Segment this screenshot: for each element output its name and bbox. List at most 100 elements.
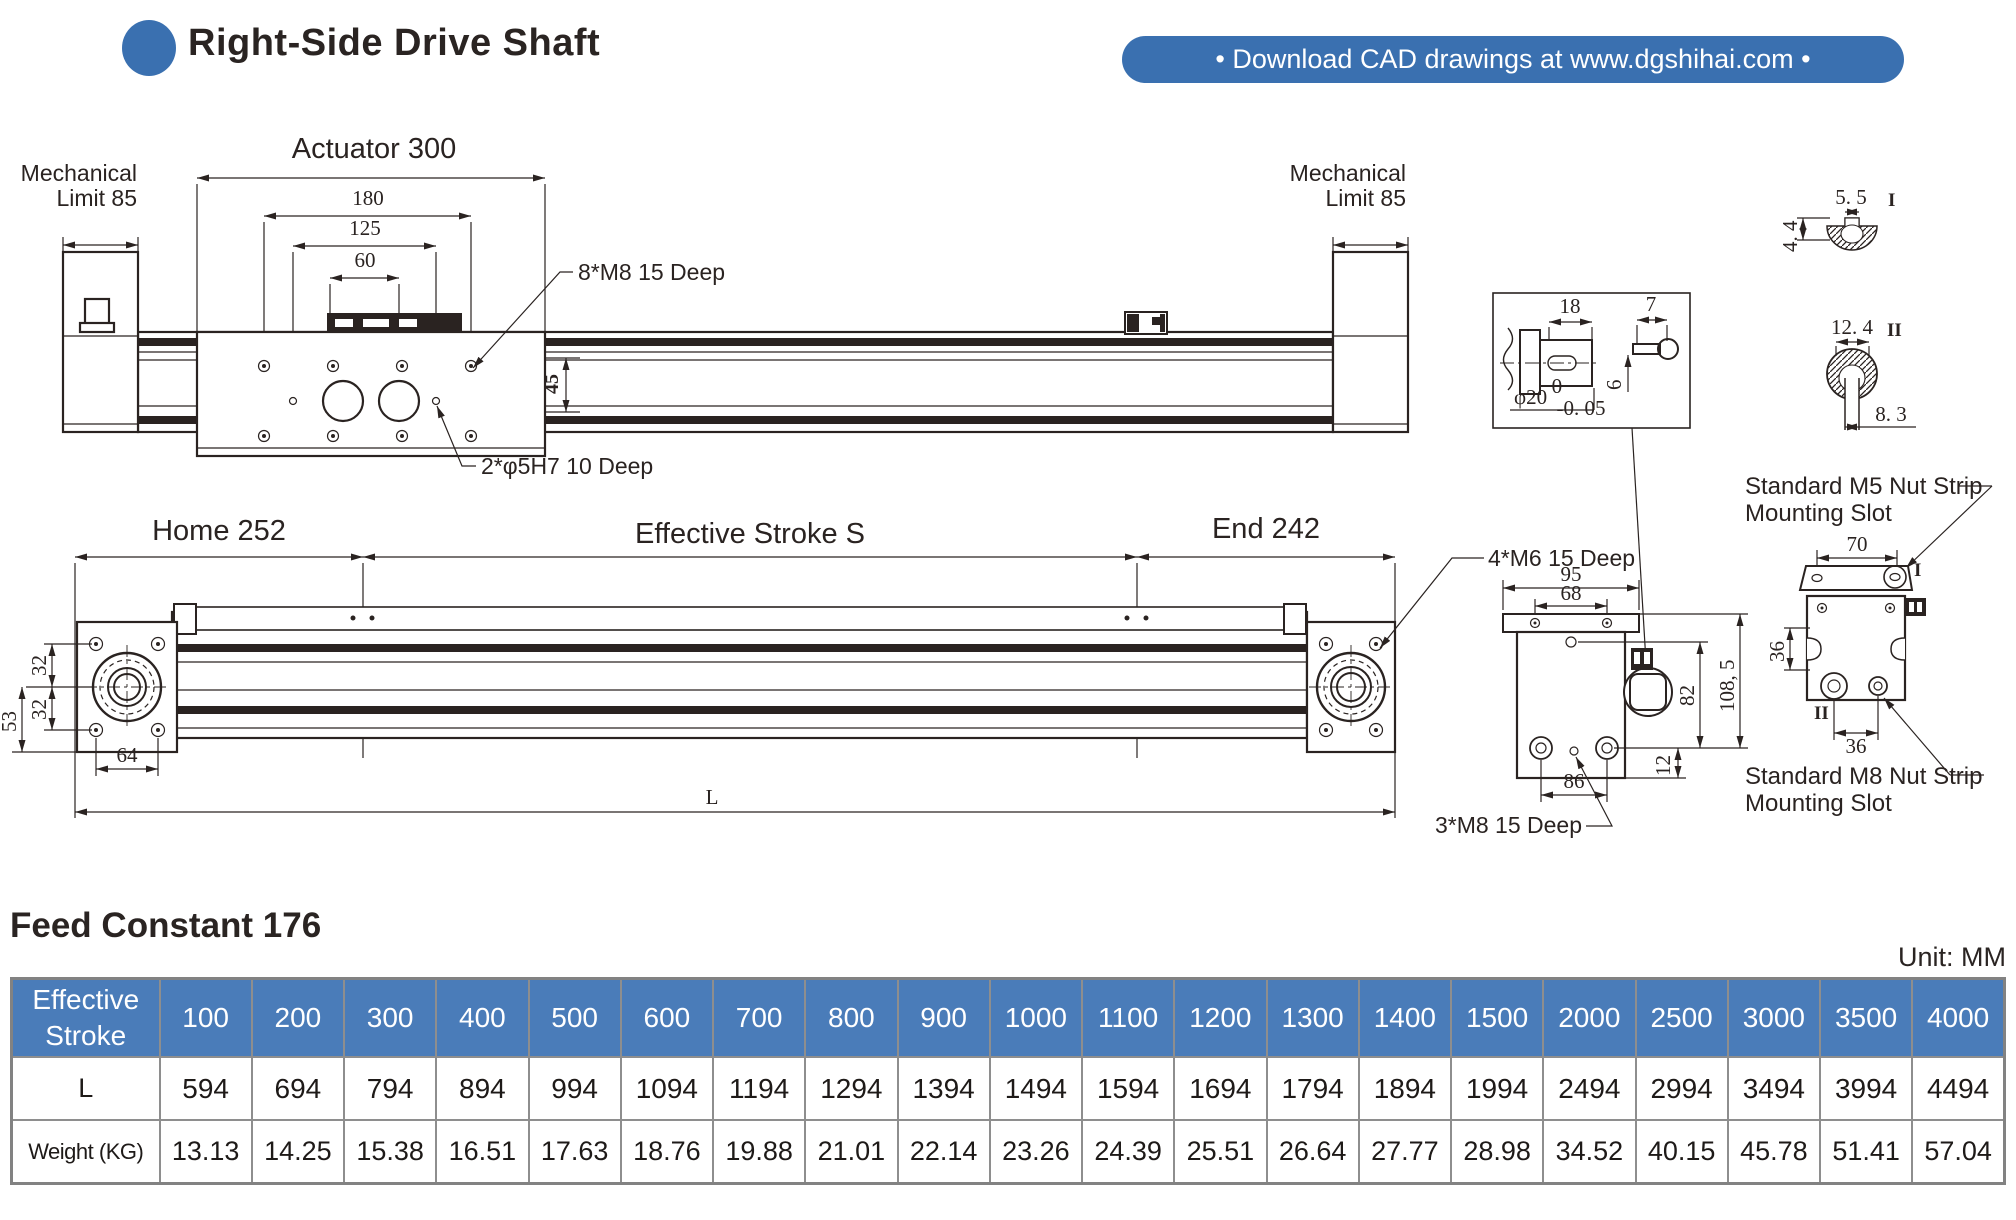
dim-12-4: 12. 4 — [1831, 315, 1874, 339]
stroke-header-cell: 4000 — [1912, 979, 2004, 1058]
table-header-row: Effective Stroke 10020030040050060070080… — [12, 979, 2005, 1058]
l-value-cell: 794 — [344, 1057, 436, 1120]
dim-125: 125 — [349, 216, 381, 240]
header-label-line2: Stroke — [13, 1018, 159, 1054]
weight-value-cell: 16.51 — [436, 1120, 528, 1184]
feed-constant-title: Feed Constant 176 — [10, 906, 321, 946]
l-value-cell: 1194 — [713, 1057, 805, 1120]
stroke-label: Effective Stroke S — [635, 518, 865, 550]
l-value-cell: 1294 — [805, 1057, 897, 1120]
stroke-header-cell: 100 — [160, 979, 252, 1058]
mech-limit-left-line2: Limit 85 — [56, 185, 137, 211]
extrusion-section: Standard M5 Nut Strip Mounting Slot 70 I — [1745, 473, 1992, 817]
l-value-cell: 3994 — [1820, 1057, 1912, 1120]
stroke-header-cell: 1100 — [1082, 979, 1174, 1058]
m8-slot-label-line1: Standard M8 Nut Strip — [1745, 763, 1982, 790]
stroke-spec-table: Effective Stroke 10020030040050060070080… — [10, 977, 2006, 1185]
callout-dowel: 2*φ5H7 10 Deep — [481, 453, 653, 479]
dim-12: 12 — [1651, 755, 1675, 776]
l-value-cell: 1994 — [1451, 1057, 1543, 1120]
stroke-header-cell: 1300 — [1267, 979, 1359, 1058]
stroke-header-cell: 1200 — [1174, 979, 1266, 1058]
weight-value-cell: 14.25 — [252, 1120, 344, 1184]
dim-8-3: 8. 3 — [1875, 402, 1907, 426]
unit-label: Unit: MM — [1898, 942, 2006, 973]
section-i: 5. 5 I 4. 4 — [1778, 185, 1895, 252]
weight-value-cell: 26.64 — [1267, 1120, 1359, 1184]
stroke-header-cell: 2500 — [1636, 979, 1728, 1058]
weight-value-cell: 19.88 — [713, 1120, 805, 1184]
weight-value-cell: 15.38 — [344, 1120, 436, 1184]
weight-value-cell: 34.52 — [1543, 1120, 1635, 1184]
weight-value-cell: 22.14 — [898, 1120, 990, 1184]
section-mark-1: I — [1888, 190, 1895, 211]
dim-4-4: 4. 4 — [1778, 220, 1802, 252]
stroke-header-cell: 500 — [529, 979, 621, 1058]
table-row-weight: Weight (KG) 13.1314.2515.3816.5117.6318.… — [12, 1120, 2005, 1184]
top-view: Actuator 300 180 125 60 Mechanical Limit… — [21, 133, 1408, 479]
rail-sensor-block — [1125, 312, 1167, 334]
end-view: 95 68 82 108, 5 — [1435, 562, 1748, 838]
dim-82: 82 — [1675, 685, 1699, 706]
actuator-length-label: Actuator 300 — [292, 133, 456, 165]
stroke-header-cell: 3500 — [1820, 979, 1912, 1058]
l-value-cell: 694 — [252, 1057, 344, 1120]
extrusion-mark-1: I — [1914, 560, 1921, 581]
section-mark-2: II — [1887, 320, 1902, 341]
l-value-cell: 1894 — [1359, 1057, 1451, 1120]
mech-limit-right-line2: Limit 85 — [1325, 185, 1406, 211]
bottom-view: Home 252 Effective Stroke S End 242 — [0, 513, 1635, 818]
l-value-cell: 4494 — [1912, 1057, 2004, 1120]
datasheet-page: Right-Side Drive Shaft • Download CAD dr… — [0, 0, 2016, 1220]
stroke-header-cell: 400 — [436, 979, 528, 1058]
weight-value-cell: 18.76 — [621, 1120, 713, 1184]
stroke-header-cell: 1000 — [990, 979, 1082, 1058]
weight-value-cell: 23.26 — [990, 1120, 1082, 1184]
stroke-header-cell: 2000 — [1543, 979, 1635, 1058]
mech-limit-left-line1: Mechanical — [21, 160, 137, 186]
dim-64: 64 — [117, 743, 139, 767]
l-value-cell: 594 — [160, 1057, 252, 1120]
l-value-cell: 1494 — [990, 1057, 1082, 1120]
dim-68: 68 — [1561, 581, 1582, 605]
weight-row-label: Weight (KG) — [12, 1120, 160, 1184]
weight-value-cell: 13.13 — [160, 1120, 252, 1184]
weight-value-cell: 24.39 — [1082, 1120, 1174, 1184]
weight-value-cell: 21.01 — [805, 1120, 897, 1184]
stroke-header-cell: 900 — [898, 979, 990, 1058]
dim-L: L — [706, 785, 719, 809]
l-value-cell: 2994 — [1636, 1057, 1728, 1120]
l-value-cell: 1594 — [1082, 1057, 1174, 1120]
dim-36-side: 36 — [1765, 641, 1789, 662]
technical-drawing: Actuator 300 180 125 60 Mechanical Limit… — [0, 0, 2016, 940]
dim-53: 53 — [0, 711, 21, 732]
l-value-cell: 894 — [436, 1057, 528, 1120]
callout-8m8: 8*M8 15 Deep — [578, 259, 725, 285]
weight-value-cell: 17.63 — [529, 1120, 621, 1184]
end-label: End 242 — [1212, 513, 1320, 545]
stroke-header-cell: 1400 — [1359, 979, 1451, 1058]
callout-3m8: 3*M8 15 Deep — [1435, 812, 1582, 838]
header-label-line1: Effective — [13, 982, 159, 1018]
spec-table-wrap: Effective Stroke 10020030040050060070080… — [10, 977, 2006, 1185]
stroke-header-cell: 300 — [344, 979, 436, 1058]
dim-36-bottom: 36 — [1846, 734, 1867, 758]
l-value-cell: 994 — [529, 1057, 621, 1120]
m8-slot-label-line2: Mounting Slot — [1745, 790, 1892, 817]
m5-slot-label-line2: Mounting Slot — [1745, 500, 1892, 527]
stroke-header-cell: 700 — [713, 979, 805, 1058]
l-value-cell: 1694 — [1174, 1057, 1266, 1120]
weight-value-cell: 27.77 — [1359, 1120, 1451, 1184]
carriage — [197, 313, 545, 456]
l-value-cell: 1394 — [898, 1057, 990, 1120]
dim-7: 7 — [1646, 292, 1657, 316]
stroke-header-cell: 600 — [621, 979, 713, 1058]
dim-70: 70 — [1847, 532, 1868, 556]
drive-end-flange — [1307, 622, 1395, 752]
home-label: Home 252 — [152, 515, 286, 547]
extrusion-mark-2: II — [1814, 703, 1829, 724]
dim-6: 6 — [1602, 380, 1626, 391]
l-value-cell: 2494 — [1543, 1057, 1635, 1120]
l-value-cell: 3494 — [1728, 1057, 1820, 1120]
stroke-header-cell: 800 — [805, 979, 897, 1058]
